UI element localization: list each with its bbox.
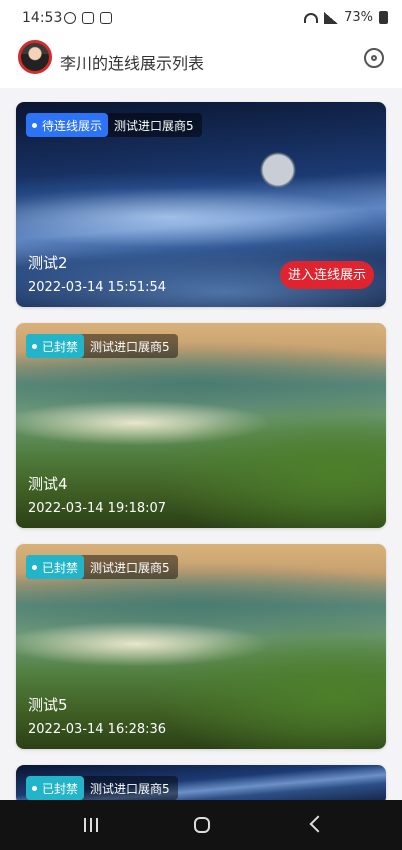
gear-icon[interactable] <box>364 48 384 68</box>
system-icons: 73% <box>304 10 388 25</box>
home-icon[interactable] <box>194 817 210 833</box>
status-badge: 待连线展示 <box>26 113 109 137</box>
battery-icon <box>379 11 388 24</box>
card-name: 测试4 <box>28 475 68 493</box>
block-icon <box>64 12 76 24</box>
status-badge: 已封禁 <box>26 334 85 358</box>
company-name: 测试进口展商5 <box>90 560 170 575</box>
company-name: 测试进口展商5 <box>114 118 194 133</box>
signal-icon <box>324 11 339 24</box>
back-icon[interactable] <box>309 815 327 833</box>
showcase-card[interactable]: 待连线展示 测试进口展商5 测试2 2022-03-14 15:51:54 进入… <box>16 102 386 307</box>
dot-icon <box>32 122 37 128</box>
status-badge: 已封禁 <box>26 555 85 579</box>
status-badge-label: 已封禁 <box>42 339 79 354</box>
company-name: 测试进口展商5 <box>90 339 170 354</box>
card-tag-strip: 已封禁 测试进口展商5 <box>26 776 178 800</box>
card-name: 测试5 <box>28 696 68 714</box>
card-datetime: 2022-03-14 15:51:54 <box>28 280 167 295</box>
enter-showcase-button[interactable]: 进入连线展示 <box>279 261 374 289</box>
showcase-card[interactable]: 已封禁 测试进口展商5 测试5 2022-03-14 16:28:36 <box>16 544 386 749</box>
page-title: 李川的连线展示列表 <box>60 54 205 73</box>
showcase-list: 待连线展示 测试进口展商5 测试2 2022-03-14 15:51:54 进入… <box>16 102 386 821</box>
card-tag-strip: 已封禁 测试进口展商5 <box>26 334 178 358</box>
dot-icon <box>32 343 37 349</box>
status-badge-label: 已封禁 <box>42 781 79 796</box>
card-tag-strip: 已封禁 测试进口展商5 <box>26 555 178 579</box>
status-time: 14:53 <box>22 10 63 26</box>
status-bar: 14:53 73% <box>0 0 402 38</box>
showcase-card[interactable]: 已封禁 测试进口展商5 <box>16 765 386 805</box>
status-badge-label: 已封禁 <box>42 560 79 575</box>
avatar[interactable] <box>18 40 52 74</box>
card-datetime: 2022-03-14 19:18:07 <box>28 501 167 516</box>
company-name: 测试进口展商5 <box>90 781 170 796</box>
card-tag-strip: 待连线展示 测试进口展商5 <box>26 113 202 137</box>
app-header: 李川的连线展示列表 <box>0 38 402 88</box>
card-datetime: 2022-03-14 16:28:36 <box>28 722 167 737</box>
status-badge: 已封禁 <box>26 776 85 800</box>
dot-icon <box>32 564 37 570</box>
battery-percent: 73% <box>344 10 373 25</box>
notification-icons <box>64 12 112 24</box>
navigation-bar <box>0 800 402 850</box>
dot-icon <box>32 785 37 791</box>
status-badge-label: 待连线展示 <box>42 118 103 133</box>
showcase-card[interactable]: 已封禁 测试进口展商5 测试4 2022-03-14 19:18:07 <box>16 323 386 528</box>
recent-apps-icon[interactable] <box>84 818 98 832</box>
gallery-icon <box>100 12 112 24</box>
card-name: 测试2 <box>28 254 68 272</box>
notification-icon <box>82 12 94 24</box>
wifi-icon <box>304 12 319 23</box>
